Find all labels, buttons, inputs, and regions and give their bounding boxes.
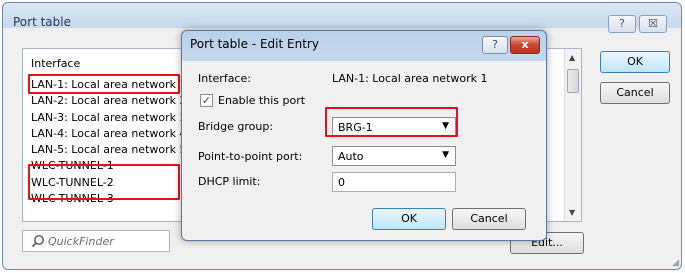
interface-label: Interface: [198,72,251,85]
bridge-group-select[interactable]: BRG-1 ▼ [332,117,456,137]
bridge-group-label: Bridge group: [198,120,274,133]
dialog-cancel-button[interactable]: Cancel [452,208,526,230]
bridge-group-value: BRG-1 [338,121,373,134]
chevron-down-icon: ▼ [442,121,449,131]
dhcp-limit-input[interactable]: 0 [332,172,456,192]
dialog-help-button[interactable]: ? [482,36,508,54]
scroll-up-icon[interactable]: ▲ [569,53,575,62]
list-item[interactable]: WLC-TUNNEL-2 [31,175,191,191]
list-item[interactable]: LAN-3: Local area network 3 [31,110,191,126]
vertical-scrollbar[interactable]: ▲ ▼ [564,49,581,221]
dhcp-limit-label: DHCP limit: [198,175,261,188]
scroll-down-icon[interactable]: ▼ [569,208,575,217]
quickfinder-placeholder: QuickFinder [48,235,114,248]
enable-port-label: Enable this port [218,94,306,107]
close-button[interactable]: ☒ [639,15,667,33]
list-item[interactable]: LAN-4: Local area network 4 [31,126,191,142]
edit-entry-dialog: Port table - Edit Entry ? x Interface: L… [181,30,547,241]
p2p-port-select[interactable]: Auto ▼ [332,146,456,166]
chevron-down-icon: ▼ [442,150,449,160]
resize-grip-icon[interactable]: ◢ [672,258,679,268]
p2p-port-value: Auto [338,150,364,163]
list-item[interactable]: LAN-2: Local area network 2 [31,93,191,109]
p2p-port-label: Point-to-point port: [198,150,303,163]
search-icon [31,235,44,248]
quickfinder-input[interactable]: QuickFinder [22,230,170,252]
help-button[interactable]: ? [608,15,636,33]
cancel-button[interactable]: Cancel [600,82,670,104]
dialog-body: Interface: LAN-1: Local area network 1 ✓… [188,61,540,235]
interface-value: LAN-1: Local area network 1 [332,72,488,85]
window-title: Port table [13,15,71,29]
list-item[interactable]: WLC-TUNNEL-1 [31,158,191,174]
list-item[interactable]: LAN-1: Local area network 1 [31,77,191,93]
scroll-thumb[interactable] [567,69,579,93]
enable-port-checkbox[interactable]: ✓ [200,94,213,107]
dialog-ok-button[interactable]: OK [372,208,446,230]
list-item[interactable]: WLC-TUNNEL-3 [31,191,191,207]
list-rows: LAN-1: Local area network 1 LAN-2: Local… [31,77,191,207]
dialog-title: Port table - Edit Entry [190,37,319,51]
dialog-close-button[interactable]: x [510,36,540,54]
ok-button[interactable]: OK [600,51,670,73]
list-item[interactable]: LAN-5: Local area network 5 [31,142,191,158]
column-header-interface[interactable]: Interface [23,49,183,71]
